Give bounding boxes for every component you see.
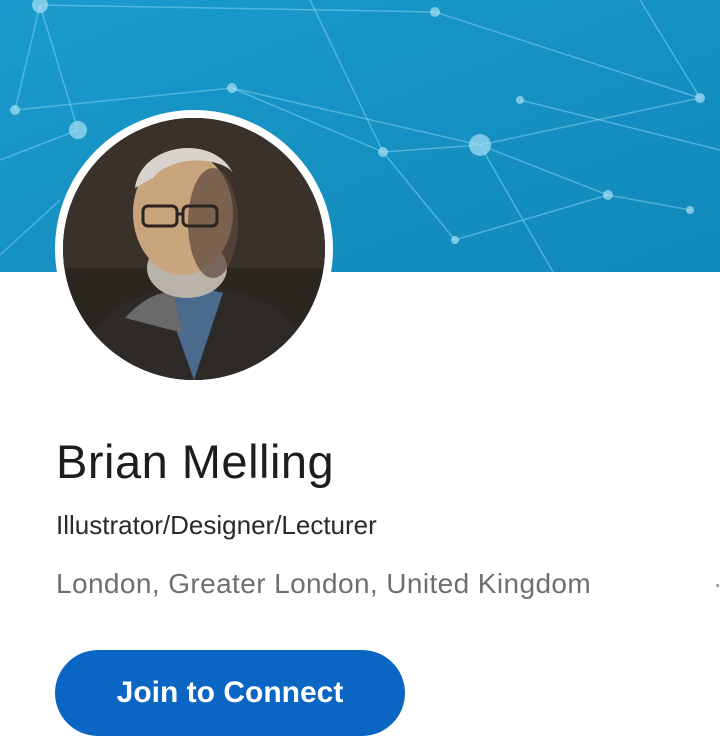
avatar[interactable] <box>63 118 325 380</box>
profile-headline: Illustrator/Designer/Lecturer <box>56 510 377 540</box>
join-to-connect-button[interactable]: Join to Connect <box>55 650 405 736</box>
profile-location: London, Greater London, United Kingdom <box>56 568 592 599</box>
person-avatar-photo-icon <box>63 118 325 380</box>
profile-name: Brian Melling <box>56 435 335 488</box>
location-separator: · <box>713 568 720 600</box>
